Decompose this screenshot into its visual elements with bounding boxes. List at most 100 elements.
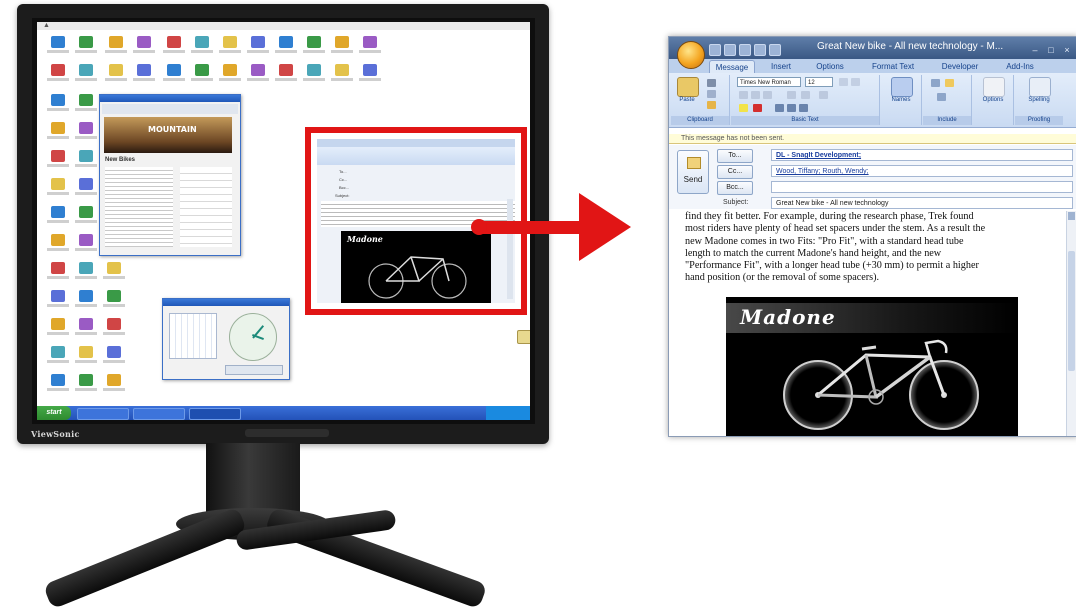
desktop-shortcut-icon[interactable] — [215, 36, 245, 58]
tab-insert[interactable]: Insert — [761, 60, 801, 73]
underline-icon[interactable] — [763, 91, 772, 99]
desktop-shortcut-icon[interactable] — [71, 374, 101, 396]
thumb-scrollbar[interactable] — [507, 199, 513, 299]
desktop-shortcut-icon[interactable] — [243, 64, 273, 86]
monitor-buttons[interactable] — [245, 429, 329, 437]
cc-button[interactable]: Cc... — [717, 165, 753, 179]
spelling-label[interactable]: Spelling — [1019, 97, 1059, 103]
taskbar-button[interactable] — [133, 408, 185, 420]
send-button[interactable]: Send — [677, 150, 709, 194]
desktop-shortcut-icon[interactable] — [43, 94, 73, 116]
desktop-shortcut-icon[interactable] — [71, 290, 101, 312]
tab-options[interactable]: Options — [807, 60, 853, 73]
maximize-button[interactable]: □ — [1045, 44, 1057, 56]
desktop-shortcut-icon[interactable] — [355, 36, 385, 58]
minimize-button[interactable]: – — [1029, 44, 1041, 56]
desktop-shortcut-icon[interactable] — [299, 36, 329, 58]
desktop-shortcut-icon[interactable] — [99, 262, 129, 284]
desktop-shortcut-icon[interactable] — [327, 36, 357, 58]
desktop-shortcut-icon[interactable] — [243, 36, 273, 58]
desktop-shortcut-icon[interactable] — [71, 206, 101, 228]
bcc-button[interactable]: Bcc... — [717, 181, 753, 195]
start-button[interactable]: start — [37, 406, 71, 420]
desktop-shortcut-icon[interactable] — [99, 346, 129, 368]
desktop-shortcut-icon[interactable] — [129, 64, 159, 86]
desktop-shortcut-icon[interactable] — [101, 64, 131, 86]
desktop-shortcut-icon[interactable] — [43, 346, 73, 368]
outlook-titlebar[interactable]: Great New bike - All new technology - M.… — [669, 37, 1076, 59]
desktop-shortcut-icon[interactable] — [43, 206, 73, 228]
desktop-shortcut-icon[interactable] — [187, 36, 217, 58]
format-painter-icon[interactable] — [707, 101, 716, 109]
copy-icon[interactable] — [707, 90, 716, 98]
undo-icon[interactable] — [724, 44, 736, 56]
desktop-shortcut-icon[interactable] — [71, 234, 101, 256]
bullets-icon[interactable] — [787, 91, 796, 99]
recycle-bin-icon[interactable] — [509, 330, 530, 352]
taskbar-button[interactable] — [77, 408, 129, 420]
attach-item-icon[interactable] — [945, 79, 954, 87]
desktop-shortcut-icon[interactable] — [187, 64, 217, 86]
align-center-icon[interactable] — [787, 104, 796, 112]
highlight-icon[interactable] — [739, 104, 748, 112]
tab-add-ins[interactable]: Add-Ins — [997, 60, 1043, 73]
save-icon[interactable] — [709, 44, 721, 56]
desktop-shortcut-icon[interactable] — [101, 36, 131, 58]
taskbar-button[interactable] — [189, 408, 241, 420]
redo-icon[interactable] — [739, 44, 751, 56]
align-right-icon[interactable] — [799, 104, 808, 112]
desktop-shortcut-icon[interactable] — [71, 36, 101, 58]
tab-format-text[interactable]: Format Text — [863, 60, 923, 73]
indent-icon[interactable] — [819, 91, 828, 99]
options-icon[interactable] — [983, 77, 1005, 97]
desktop-shortcut-icon[interactable] — [355, 64, 385, 86]
desktop-shortcut-icon[interactable] — [99, 318, 129, 340]
desktop-shortcut-icon[interactable] — [71, 262, 101, 284]
dialog-titlebar[interactable] — [163, 299, 289, 306]
desktop-shortcut-icon[interactable] — [159, 64, 189, 86]
date-time-dialog[interactable] — [162, 298, 290, 380]
office-button[interactable] — [677, 41, 705, 69]
font-size-select[interactable]: 12 — [805, 77, 833, 87]
tab-message[interactable]: Message — [709, 60, 755, 74]
font-name-select[interactable]: Times New Roman — [737, 77, 801, 87]
to-button[interactable]: To... — [717, 149, 753, 163]
desktop-shortcut-icon[interactable] — [43, 262, 73, 284]
desktop-shortcut-icon[interactable] — [159, 36, 189, 58]
desktop-shortcut-icon[interactable] — [327, 64, 357, 86]
to-field[interactable]: DL - SnagIt Development; — [771, 149, 1073, 161]
desktop-shortcut-icon[interactable] — [71, 178, 101, 200]
up-icon[interactable] — [754, 44, 766, 56]
address-book-icon[interactable] — [891, 77, 913, 97]
down-icon[interactable] — [769, 44, 781, 56]
grow-font-icon[interactable] — [839, 78, 848, 86]
desktop-shortcut-icon[interactable] — [71, 64, 101, 86]
numbering-icon[interactable] — [801, 91, 810, 99]
desktop-shortcut-icon[interactable] — [271, 64, 301, 86]
scroll-thumb[interactable] — [1068, 251, 1075, 371]
desktop-shortcut-icon[interactable] — [43, 36, 73, 58]
attach-file-icon[interactable] — [931, 79, 940, 87]
calendar-grid[interactable] — [169, 313, 217, 359]
align-left-icon[interactable] — [775, 104, 784, 112]
paste-icon[interactable] — [677, 77, 699, 97]
close-button[interactable]: × — [1061, 44, 1073, 56]
desktop-shortcut-icon[interactable] — [43, 290, 73, 312]
scroll-up-icon[interactable] — [1068, 212, 1075, 220]
desktop-shortcut-icon[interactable] — [43, 234, 73, 256]
desktop-shortcut-icon[interactable] — [215, 64, 245, 86]
bike-image[interactable]: Madone — [726, 297, 1018, 436]
desktop-shortcut-icon[interactable] — [129, 36, 159, 58]
desktop-shortcut-icon[interactable] — [271, 36, 301, 58]
shrink-font-icon[interactable] — [851, 78, 860, 86]
italic-icon[interactable] — [751, 91, 760, 99]
desktop-shortcut-icon[interactable] — [71, 94, 101, 116]
tab-developer[interactable]: Developer — [933, 60, 987, 73]
desktop-shortcut-icon[interactable] — [43, 318, 73, 340]
bold-icon[interactable] — [739, 91, 748, 99]
paste-label[interactable]: Paste — [675, 97, 699, 103]
options-label[interactable]: Options — [975, 97, 1011, 103]
desktop-shortcut-icon[interactable] — [71, 122, 101, 144]
desktop-shortcut-icon[interactable] — [43, 374, 73, 396]
desktop-shortcut-icon[interactable] — [71, 346, 101, 368]
